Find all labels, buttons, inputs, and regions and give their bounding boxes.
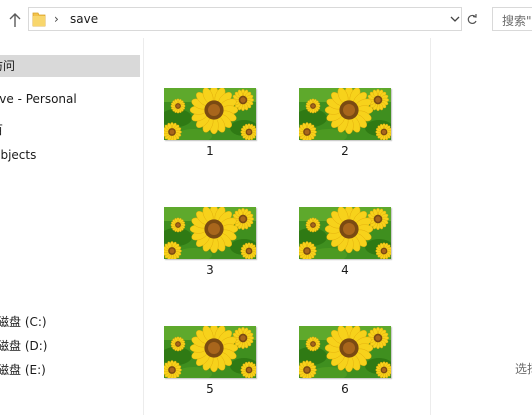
sunflower-thumbnail xyxy=(299,88,391,140)
sunflower-thumbnail xyxy=(164,207,256,259)
nav-item-label: 磁盘 (C:) xyxy=(0,315,47,329)
preview-pane: 选择 xyxy=(431,38,532,415)
search-input[interactable]: 搜索" xyxy=(492,7,532,31)
file-list: 1 2 3 4 5 6 xyxy=(144,38,430,415)
file-item-3[interactable]: 3 xyxy=(155,207,256,287)
file-name: 2 xyxy=(341,144,349,158)
nav-item-label: 磁盘 (D:) xyxy=(0,339,48,353)
nav-item-onedrive[interactable]: rive - Personal xyxy=(0,88,140,110)
sunflower-thumbnail xyxy=(164,326,256,378)
nav-item-label: 访问 xyxy=(0,59,16,73)
nav-item-3d-objects[interactable]: Objects xyxy=(0,144,140,166)
file-item-2[interactable]: 2 xyxy=(290,88,391,168)
nav-item-drive-c[interactable]: 磁盘 (C:) xyxy=(0,311,140,333)
navigation-pane: 访问 rive - Personal 百 Objects 磁盘 (C:) 磁盘 … xyxy=(0,38,143,415)
folder-icon xyxy=(32,12,46,27)
preview-message: 选择 xyxy=(515,362,532,376)
address-toolbar: › save 搜索" xyxy=(0,0,532,38)
nav-item-this-pc[interactable]: 百 xyxy=(0,119,140,141)
nav-item-label: 磁盘 (E:) xyxy=(0,363,46,377)
file-item-6[interactable]: 6 xyxy=(290,326,391,406)
breadcrumb-save[interactable]: save xyxy=(70,11,98,27)
file-name: 5 xyxy=(206,382,214,396)
nav-item-drive-e[interactable]: 磁盘 (E:) xyxy=(0,359,140,381)
file-name: 3 xyxy=(206,263,214,277)
file-item-1[interactable]: 1 xyxy=(155,88,256,168)
file-explorer-window: › save 搜索" 访问 rive - Personal 百 xyxy=(0,0,532,415)
file-item-5[interactable]: 5 xyxy=(155,326,256,406)
sunflower-thumbnail xyxy=(164,88,256,140)
sunflower-thumbnail xyxy=(299,207,391,259)
search-placeholder: 搜索" xyxy=(502,14,532,28)
file-name: 4 xyxy=(341,263,349,277)
up-button[interactable] xyxy=(4,9,26,31)
address-dropdown-button[interactable] xyxy=(448,9,462,29)
nav-item-label: Objects xyxy=(0,148,37,162)
refresh-icon xyxy=(467,14,477,25)
nav-item-label: 百 xyxy=(0,123,3,137)
file-name: 6 xyxy=(341,382,349,396)
arrow-up-icon xyxy=(9,13,21,27)
sunflower-thumbnail xyxy=(299,326,391,378)
nav-item-drive-d[interactable]: 磁盘 (D:) xyxy=(0,335,140,357)
chevron-down-icon xyxy=(450,16,460,22)
file-item-4[interactable]: 4 xyxy=(290,207,391,287)
nav-item-label: rive - Personal xyxy=(0,92,77,106)
address-bar[interactable]: › save xyxy=(28,7,462,31)
file-name: 1 xyxy=(206,144,214,158)
refresh-button[interactable] xyxy=(464,8,480,30)
nav-item-quick-access[interactable]: 访问 xyxy=(0,55,140,77)
breadcrumb-separator: › xyxy=(54,12,59,26)
